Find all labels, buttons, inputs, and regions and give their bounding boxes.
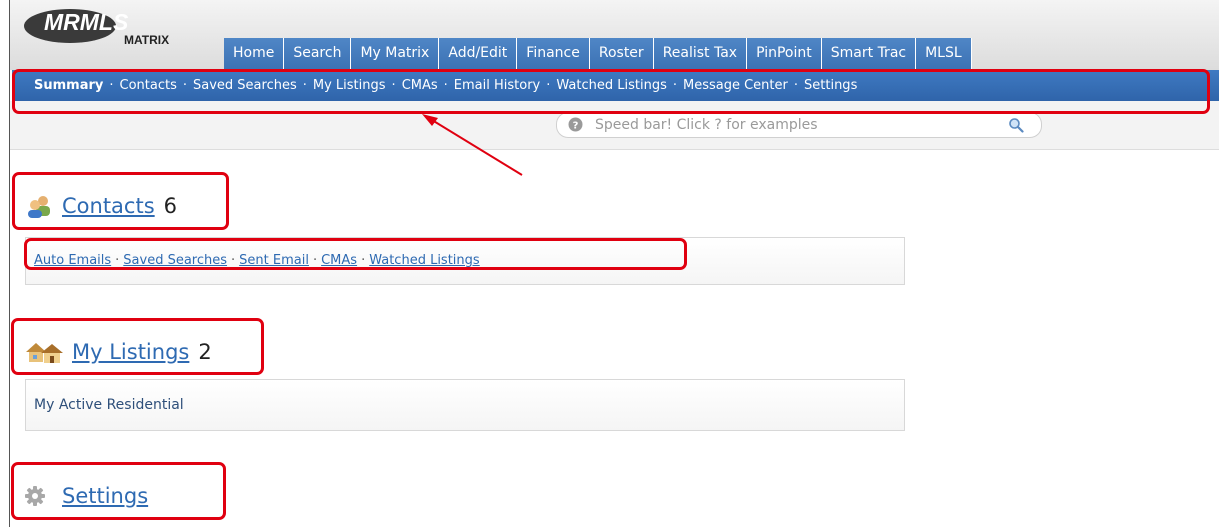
annotation-arrow [422, 114, 523, 176]
